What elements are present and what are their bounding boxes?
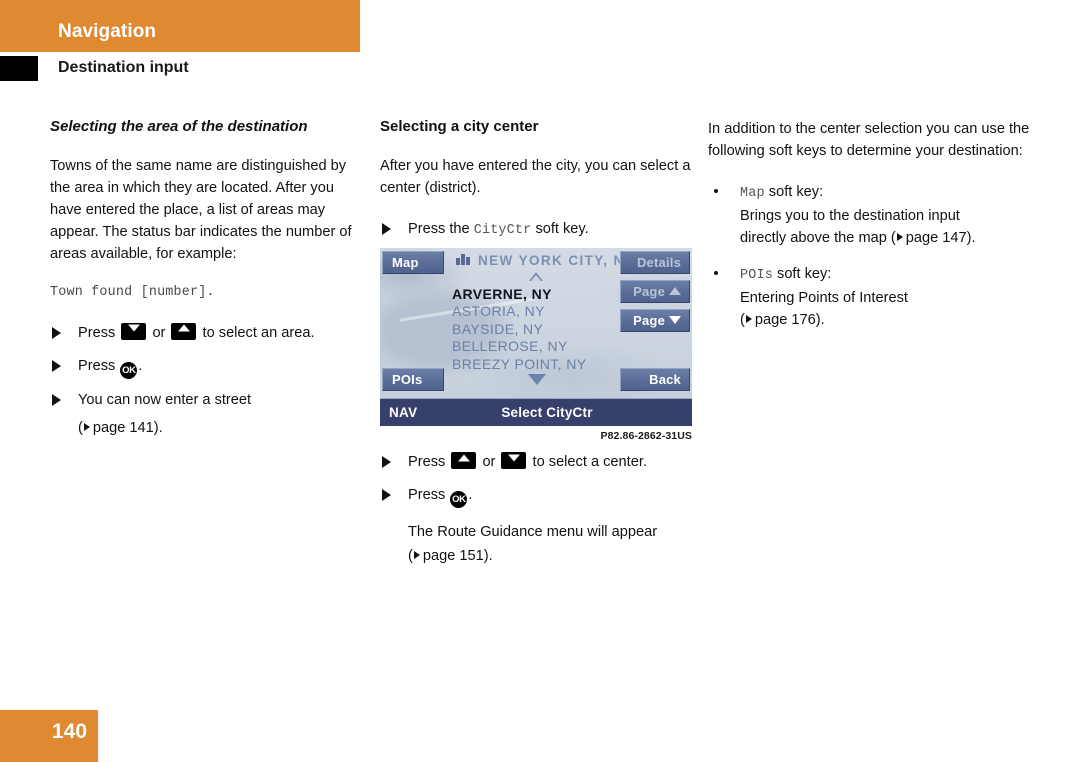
soft-key-page-down-label: Page xyxy=(633,313,665,328)
reference-target: page 147 xyxy=(905,230,967,247)
column-left: Selecting the area of the destination To… xyxy=(50,118,368,444)
down-arrow-key-icon xyxy=(121,322,147,340)
step-enter-street-reference: (page 141). xyxy=(78,419,163,436)
bullet-tail: ). xyxy=(966,230,976,247)
step-press-ok: Press OK. xyxy=(380,485,700,508)
bullet-line-2: directly above the map ( xyxy=(740,230,896,247)
status-bar: NAV Select CityCtr xyxy=(380,398,692,426)
bullet-line-1: Brings you to the destination input xyxy=(740,207,960,224)
city-header-label: NEW YORK CITY, NY xyxy=(478,253,636,268)
middle-heading: Selecting a city center xyxy=(380,118,539,135)
reference-target: page 176 xyxy=(754,312,816,329)
soft-key-name: POIs xyxy=(740,267,773,283)
step-text-suffix: . xyxy=(138,357,143,374)
soft-key-details[interactable]: Details xyxy=(620,251,690,274)
soft-key-name: CityCtr xyxy=(473,223,532,239)
chapter-title: Navigation xyxy=(58,21,157,42)
soft-key-map[interactable]: Map xyxy=(382,251,444,274)
left-code-example: Town found [number]. xyxy=(50,284,215,300)
step-text-suffix: to select an area. xyxy=(202,324,315,341)
step-text-prefix: Press xyxy=(408,486,446,503)
column-middle: Selecting a city center After you have e… xyxy=(380,118,694,252)
ok-key-icon: OK xyxy=(120,361,138,379)
navigation-display-figure: NEW YORK CITY, NY ARVERNE, NY ASTORIA, N… xyxy=(380,248,692,426)
reference-target: page 151 xyxy=(422,547,484,564)
step-select-area: Press or to select an area. xyxy=(50,322,368,345)
bullet-tail: ). xyxy=(815,312,825,329)
step-bullet-triangle-icon xyxy=(382,488,391,501)
soft-key-name: Map xyxy=(740,186,765,202)
up-arrow-key-icon xyxy=(451,452,477,469)
step-press-ok: Press OK. xyxy=(50,356,368,379)
soft-key-page-down[interactable]: Page xyxy=(620,309,690,332)
list-item[interactable]: BELLEROSE, NY xyxy=(452,338,622,355)
right-paragraph: In addition to the center selection you … xyxy=(708,121,1030,160)
soft-key-label: soft key: xyxy=(768,184,824,201)
step-text-suffix: to select a center. xyxy=(532,454,647,470)
chapter-header-band: Navigation xyxy=(0,0,360,52)
soft-key-label: soft key: xyxy=(777,265,832,282)
step-text: You can now enter a street xyxy=(78,391,252,408)
step-text-conj: or xyxy=(152,324,166,341)
result-reference: (page 151). xyxy=(408,547,493,564)
left-paragraph: Towns of the same name are distinguished… xyxy=(50,157,352,263)
step-bullet-triangle-icon xyxy=(52,326,61,339)
list-item[interactable]: ASTORIA, NY xyxy=(452,303,622,320)
reference-triangle-icon xyxy=(896,233,903,242)
result-text: The Route Guidance menu will appear xyxy=(408,523,658,540)
city-header: NEW YORK CITY, NY xyxy=(456,253,635,268)
bullet-pois-soft-key: POIs soft key: Entering Points of Intere… xyxy=(708,263,1030,332)
page-up-arrow-icon xyxy=(669,287,681,295)
bullet-dot-icon xyxy=(714,189,718,194)
step-text-prefix: Press xyxy=(78,324,116,341)
step-text-suffix: . xyxy=(468,486,473,503)
page-down-arrow-icon xyxy=(669,316,681,324)
list-item[interactable]: ARVERNE, NY xyxy=(452,286,622,303)
list-item[interactable]: BAYSIDE, NY xyxy=(452,321,622,338)
scroll-up-indicator-icon xyxy=(529,272,543,281)
column-right: In addition to the center selection you … xyxy=(708,118,1030,345)
step-text-suffix: soft key. xyxy=(535,221,589,238)
bullet-line-1: Entering Points of Interest xyxy=(740,289,908,306)
step-select-center: Press or to select a center. xyxy=(380,452,700,474)
city-center-list: ARVERNE, NY ASTORIA, NY BAYSIDE, NY BELL… xyxy=(452,286,622,373)
scroll-down-indicator-icon xyxy=(528,374,546,385)
bullet-dot-icon xyxy=(714,270,718,275)
reference-triangle-icon xyxy=(83,422,90,431)
bullet-line-2: ( xyxy=(740,312,745,329)
figure-caption: P82.86-2862-31US xyxy=(600,430,692,442)
step-text-conj: or xyxy=(482,454,496,470)
soft-key-page-up-label: Page xyxy=(633,284,665,299)
soft-key-pois[interactable]: POIs xyxy=(382,368,444,391)
column-middle-continued: Press or to select a center. Press OK. T… xyxy=(380,452,700,572)
reference-triangle-icon xyxy=(745,315,752,324)
step-enter-street: You can now enter a street xyxy=(50,390,368,412)
down-arrow-key-icon xyxy=(501,452,527,469)
city-buildings-icon xyxy=(456,254,471,265)
step-bullet-triangle-icon xyxy=(382,223,391,236)
left-heading: Selecting the area of the destination xyxy=(50,118,308,135)
list-item[interactable]: BREEZY POINT, NY xyxy=(452,356,622,373)
step-text-prefix: Press the xyxy=(408,221,470,238)
soft-key-back[interactable]: Back xyxy=(620,368,690,391)
page-number: 140 xyxy=(52,720,88,743)
section-marker-block xyxy=(0,56,38,81)
status-title: Select CityCtr xyxy=(501,405,593,420)
step-press-cityctr: Press the CityCtr soft key. xyxy=(380,219,694,241)
step-bullet-triangle-icon xyxy=(52,359,61,372)
step-bullet-triangle-icon xyxy=(52,393,61,406)
section-title: Destination input xyxy=(58,59,189,76)
step-text-prefix: Press xyxy=(78,357,116,374)
up-arrow-key-icon xyxy=(171,322,197,340)
middle-paragraph: After you have entered the city, you can… xyxy=(380,157,691,196)
reference-triangle-icon xyxy=(413,550,420,559)
soft-key-page-up[interactable]: Page xyxy=(620,280,690,303)
step-text-prefix: Press xyxy=(408,454,446,470)
bullet-map-soft-key: Map soft key: Brings you to the destinat… xyxy=(708,181,1030,250)
step-bullet-triangle-icon xyxy=(382,456,391,468)
ok-key-icon: OK xyxy=(450,490,468,508)
reference-target: page 141 xyxy=(92,419,154,436)
